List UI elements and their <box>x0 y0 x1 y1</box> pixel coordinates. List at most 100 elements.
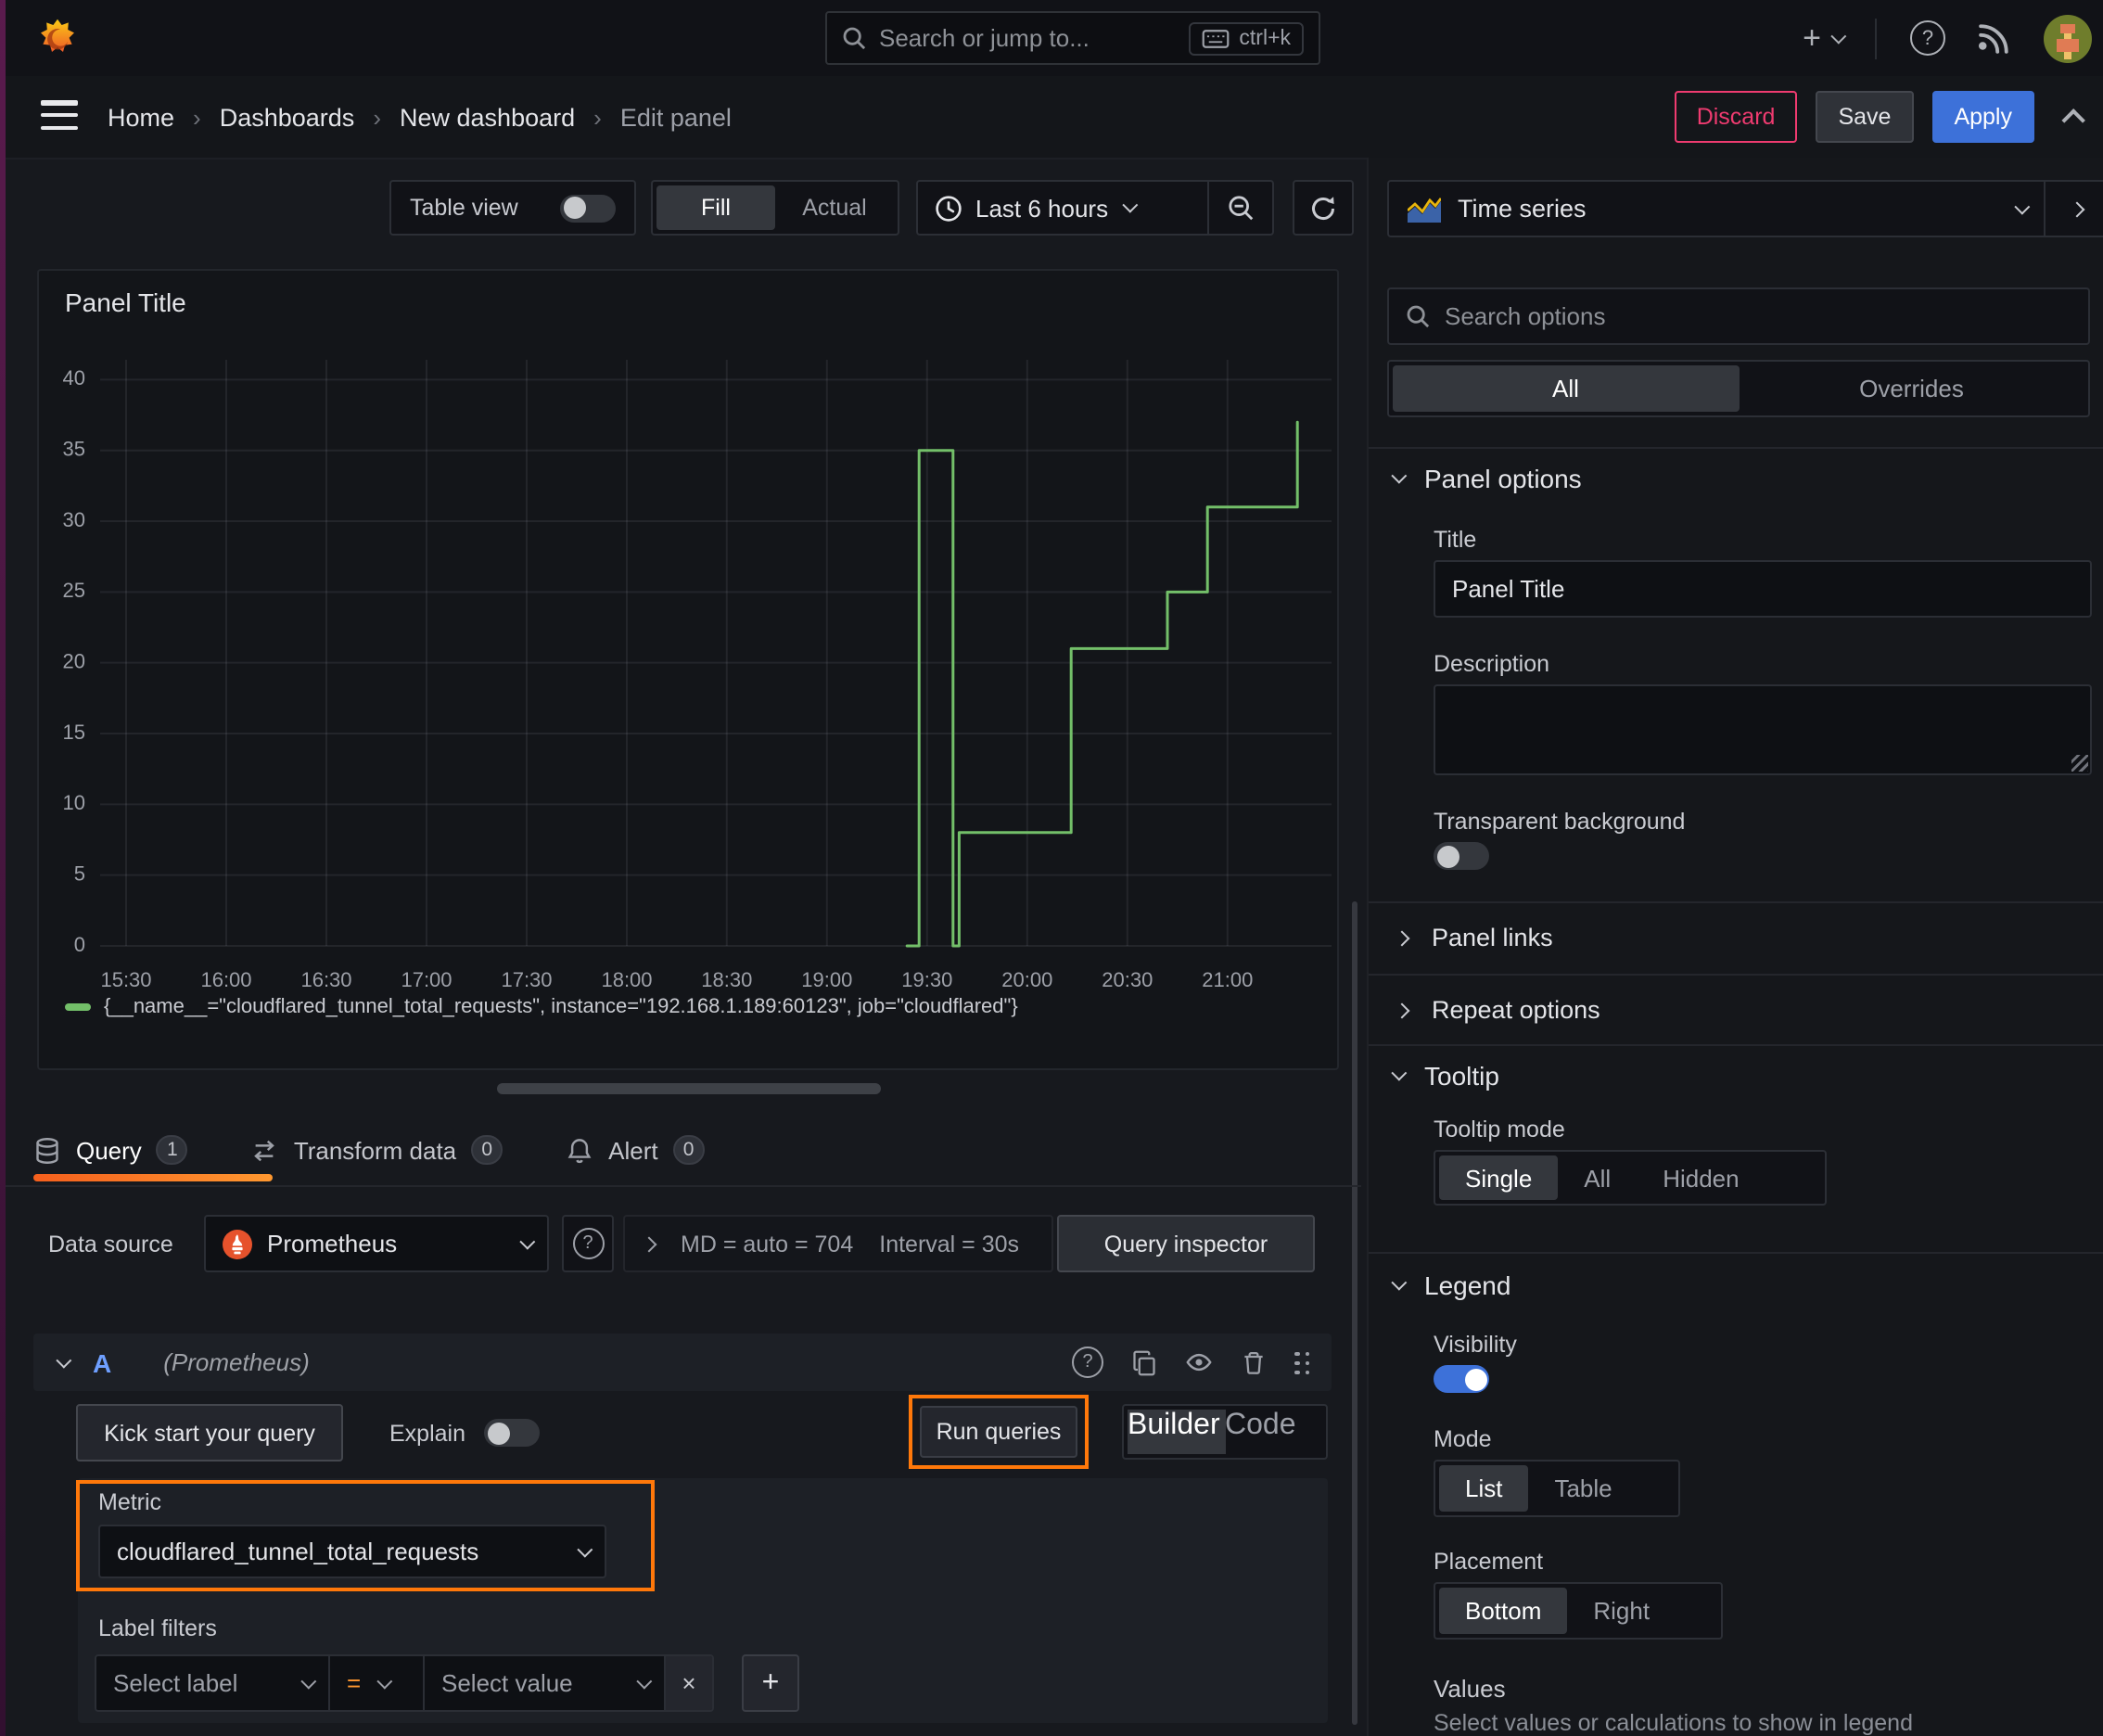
tab-query-label: Query <box>76 1136 142 1164</box>
legend-values-description: Select values or calculations to show in… <box>1434 1710 1913 1736</box>
tab-alert[interactable]: Alert 0 <box>566 1135 705 1165</box>
panel-links-section[interactable]: Panel links <box>1394 918 1553 957</box>
chevron-down-icon <box>577 1540 593 1557</box>
discard-button[interactable]: Discard <box>1674 91 1798 143</box>
legend-mode-list[interactable]: List <box>1439 1465 1529 1512</box>
select-label-dropdown[interactable]: Select label <box>96 1656 330 1710</box>
operator-value: = <box>347 1669 362 1697</box>
collapse-header-icon[interactable] <box>2061 108 2085 132</box>
query-row-header[interactable]: A (Prometheus) ? <box>33 1334 1332 1391</box>
visibility-label: Visibility <box>1434 1332 1517 1358</box>
builder-option[interactable]: Builder <box>1128 1410 1225 1454</box>
label-filters-label: Label filters <box>98 1615 217 1641</box>
time-range-button[interactable]: Last 6 hours <box>918 182 1207 234</box>
save-button[interactable]: Save <box>1816 91 1914 143</box>
svg-text:25: 25 <box>63 579 85 602</box>
visualization-select[interactable]: Time series <box>1389 182 2044 236</box>
query-inspector-button[interactable]: Query inspector <box>1057 1215 1315 1272</box>
menu-toggle-button[interactable] <box>41 100 78 130</box>
actual-option[interactable]: Actual <box>775 185 894 230</box>
tab-all[interactable]: All <box>1393 365 1739 412</box>
legend-placement-bottom[interactable]: Bottom <box>1439 1588 1568 1634</box>
collapse-query-icon[interactable] <box>56 1351 72 1368</box>
transparent-bg-toggle[interactable] <box>1434 842 1489 870</box>
description-textarea-wrap <box>1434 684 2092 775</box>
breadcrumb-new-dashboard[interactable]: New dashboard <box>400 103 575 131</box>
prometheus-icon <box>223 1229 252 1258</box>
query-options-strip[interactable]: MD = auto = 704 Interval = 30s <box>623 1215 1053 1272</box>
duplicate-query-icon[interactable] <box>1131 1349 1157 1375</box>
explain-toggle[interactable] <box>484 1419 540 1447</box>
chevron-down-icon <box>636 1672 653 1689</box>
tab-transform-data[interactable]: Transform data 0 <box>251 1135 503 1165</box>
avatar-image <box>2044 14 2092 62</box>
time-series-viz-icon <box>1408 197 1441 222</box>
chart-legend: {__name__="cloudflared_tunnel_total_requ… <box>65 996 1018 1018</box>
table-view-toggle[interactable] <box>560 194 616 222</box>
fill-option[interactable]: Fill <box>656 185 775 230</box>
tab-query[interactable]: Query 1 <box>33 1135 188 1165</box>
tooltip-single-option[interactable]: Single <box>1439 1155 1559 1200</box>
apply-button[interactable]: Apply <box>1931 91 2034 143</box>
time-series-chart[interactable]: 15:30 16:00 16:30 17:00 17:30 18:00 18:30 19:00… <box>39 271 1337 1068</box>
series-color-swatch[interactable] <box>65 1003 91 1011</box>
resize-handle-icon[interactable] <box>2071 755 2088 772</box>
tooltip-all-option[interactable]: All <box>1558 1155 1637 1200</box>
builder-code-switch: Builder Code <box>1122 1404 1328 1460</box>
panel-description-input[interactable] <box>1434 684 2092 775</box>
panel-title-input[interactable] <box>1434 560 2092 618</box>
alert-count-badge: 0 <box>672 1135 705 1165</box>
code-option[interactable]: Code <box>1225 1410 1322 1454</box>
operator-dropdown[interactable]: = <box>330 1656 425 1710</box>
svg-text:16:00: 16:00 <box>200 968 251 991</box>
svg-text:17:00: 17:00 <box>401 968 452 991</box>
tab-overrides[interactable]: Overrides <box>1739 365 2084 412</box>
legend-visibility-toggle[interactable] <box>1434 1365 1489 1393</box>
repeat-options-section[interactable]: Repeat options <box>1394 990 1600 1029</box>
tooltip-hidden-option[interactable]: Hidden <box>1637 1155 1765 1200</box>
refresh-icon <box>1312 196 1334 219</box>
options-search-input[interactable]: Search options <box>1387 287 2090 345</box>
zoom-out-time-button[interactable] <box>1207 182 1272 234</box>
help-button[interactable]: ? <box>1910 20 1945 56</box>
grafana-logo-icon[interactable] <box>35 17 80 61</box>
chevron-right-icon <box>1394 929 1410 946</box>
kick-start-query-button[interactable]: Kick start your query <box>76 1404 343 1462</box>
add-filter-button[interactable]: + <box>742 1654 799 1712</box>
tooltip-section-header[interactable]: Tooltip <box>1391 1061 1499 1091</box>
tabs-divider <box>0 1185 1361 1187</box>
query-ref-id: A <box>93 1347 112 1377</box>
svg-text:16:30: 16:30 <box>300 968 351 991</box>
refresh-button[interactable] <box>1293 180 1354 236</box>
delete-query-icon[interactable] <box>1241 1349 1267 1375</box>
metric-select[interactable]: cloudflared_tunnel_total_requests <box>98 1525 606 1578</box>
series-label[interactable]: {__name__="cloudflared_tunnel_total_requ… <box>104 996 1018 1018</box>
database-icon <box>33 1136 61 1164</box>
label-filters-row: Select label = Select value × <box>95 1654 714 1712</box>
open-viz-list-button[interactable] <box>2044 182 2103 236</box>
select-value-dropdown[interactable]: Select value <box>425 1656 666 1710</box>
news-button[interactable] <box>1979 22 2010 54</box>
query-help-icon[interactable]: ? <box>1072 1347 1103 1378</box>
breadcrumb-dashboards[interactable]: Dashboards <box>220 103 355 131</box>
legend-section-header[interactable]: Legend <box>1391 1270 1510 1300</box>
breadcrumb-home[interactable]: Home <box>108 103 174 131</box>
hide-query-icon[interactable] <box>1185 1348 1213 1376</box>
remove-filter-button[interactable]: × <box>666 1656 712 1710</box>
datasource-picker[interactable]: Prometheus <box>204 1215 549 1272</box>
datasource-help-button[interactable]: ? <box>562 1215 614 1272</box>
svg-text:30: 30 <box>63 508 85 531</box>
add-menu-button[interactable]: + <box>1803 19 1847 57</box>
divider <box>1369 974 2103 976</box>
scrollbar-thumb[interactable] <box>1352 901 1357 1725</box>
user-avatar[interactable] <box>2044 14 2092 62</box>
drag-query-handle[interactable] <box>1294 1351 1309 1374</box>
global-search-input[interactable]: Search or jump to... ctrl+k <box>825 11 1320 65</box>
svg-text:35: 35 <box>63 438 85 461</box>
panel-options-section-header[interactable]: Panel options <box>1391 464 1582 493</box>
search-placeholder: Search or jump to... <box>879 24 1090 52</box>
legend-mode-table[interactable]: Table <box>1528 1465 1638 1512</box>
legend-placement-right[interactable]: Right <box>1567 1588 1676 1634</box>
panel-resize-handle[interactable] <box>497 1083 881 1094</box>
run-queries-button[interactable]: Run queries <box>920 1406 1077 1458</box>
